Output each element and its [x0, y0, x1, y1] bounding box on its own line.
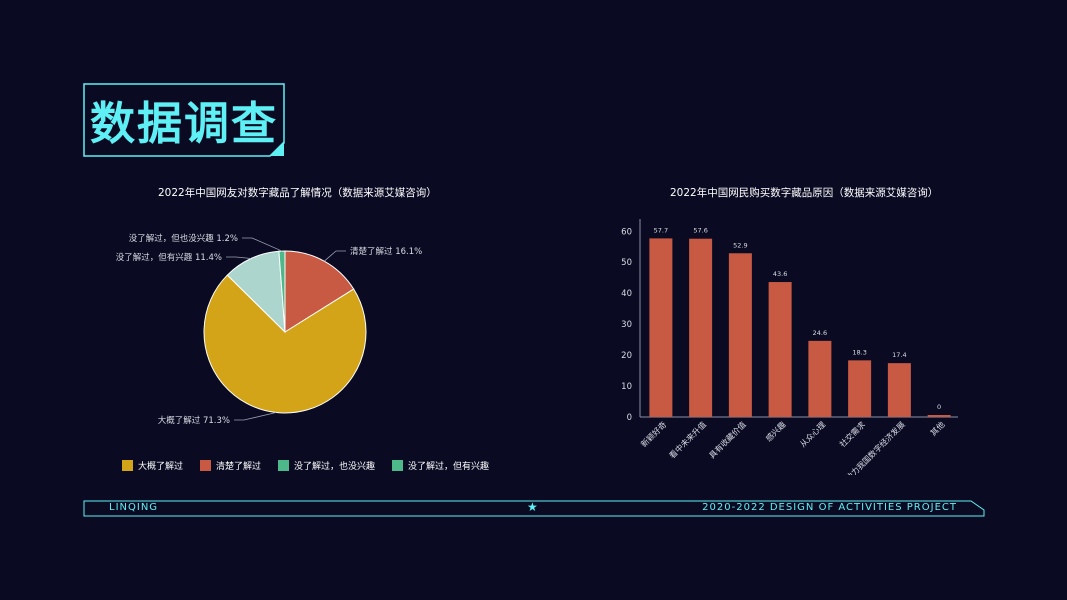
bar-value-label: 52.9: [733, 241, 747, 249]
bar: [768, 282, 792, 417]
bar: [689, 238, 713, 417]
pie-label-line: [323, 250, 346, 262]
x-tick-label: 看中未来升值: [667, 419, 708, 460]
x-tick-label: 社交需求: [837, 419, 867, 449]
y-tick-label: 60: [621, 227, 632, 237]
title-frame: 数据调查: [83, 83, 285, 158]
pie-chart: 清楚了解过 16.1% 大概了解过 71.3% 没了解过，但有兴趣 11.4% 没了解…: [116, 233, 422, 426]
bar: [728, 253, 752, 417]
page-title: 数据调查: [89, 97, 278, 150]
legend-label: 大概了解过: [138, 462, 184, 472]
legend-item: 没了解过，也没兴趣: [278, 459, 375, 472]
pie-label-line: [226, 256, 252, 259]
bar-chart-title: 2022年中国网民购买数字藏品原因（数据来源艾媒咨询）: [670, 187, 939, 199]
bar-value-label: 17.4: [892, 351, 906, 359]
y-tick-label: 10: [621, 382, 632, 392]
bar-value-label: 18.3: [852, 348, 866, 356]
legend-label: 清楚了解过: [216, 462, 262, 472]
bar-value-label: 24.6: [813, 329, 827, 337]
bar-value-label: 0: [937, 403, 941, 411]
bar-value-label: 57.7: [654, 226, 668, 234]
legend-item: 清楚了解过: [200, 459, 261, 472]
x-tick-label: 新颖好奇: [639, 419, 669, 449]
legend-label: 没了解过，但有兴趣: [408, 462, 490, 472]
pie-slice-label: 没了解过，但也没兴趣 1.2%: [129, 233, 238, 244]
bar: [927, 415, 951, 417]
bar-value-label: 43.6: [773, 270, 787, 278]
legend-item: 大概了解过: [122, 459, 183, 472]
y-tick-label: 30: [621, 320, 632, 330]
star-icon: ★: [527, 500, 538, 514]
y-tick-label: 50: [621, 258, 632, 268]
pie-legend: 大概了解过 清楚了解过 没了解过，也没兴趣 没了解过，但有兴趣: [122, 459, 506, 472]
bar: [649, 238, 673, 417]
legend-item: 没了解过，但有兴趣: [392, 459, 489, 472]
x-tick-label: 其他: [928, 419, 946, 437]
pie-chart-title: 2022年中国网友对数字藏品了解情况（数据来源艾媒咨询）: [158, 187, 437, 199]
x-tick-label: 感兴趣: [763, 419, 787, 443]
pie-label-line: [242, 237, 283, 252]
bar: [808, 340, 832, 417]
legend-label: 没了解过，也没兴趣: [294, 462, 376, 472]
footer-left-text: LINQING: [109, 502, 159, 513]
legend-swatch: [122, 460, 133, 471]
bar: [848, 360, 872, 417]
bar: [887, 363, 911, 417]
legend-swatch: [278, 460, 290, 471]
bar-value-label: 57.6: [693, 227, 707, 235]
pie-slice-label: 大概了解过 71.3%: [158, 415, 230, 426]
x-tick-label: 从众心理: [798, 420, 827, 449]
x-tick-label: 具有收藏价值: [707, 419, 748, 460]
y-tick-label: 0: [627, 413, 632, 423]
pie-slice-label: 没了解过，但有兴趣 11.4%: [116, 252, 222, 263]
y-tick-label: 40: [621, 289, 632, 299]
pie-slice-label: 清楚了解过 16.1%: [350, 246, 422, 257]
legend-swatch: [392, 460, 404, 471]
legend-swatch: [200, 460, 212, 471]
y-tick-label: 20: [621, 351, 632, 361]
footer-bar: LINQING ★ 2020-2022 DESIGN OF ACTIVITIES…: [83, 500, 985, 517]
bar-chart: 0 10 20 30 40 50 60 57.7 新颖好奇 57.6 看中未来升值 52.9 具有收藏价…: [621, 219, 958, 475]
pie-label-line: [234, 412, 277, 421]
footer-right-text: 2020-2022 DESIGN OF ACTIVITIES PROJECT: [702, 502, 957, 513]
